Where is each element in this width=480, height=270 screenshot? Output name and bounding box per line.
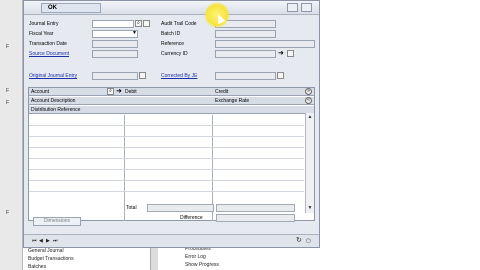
background-nav-marker: F <box>6 88 10 94</box>
background-link[interactable]: Show Progress <box>185 262 219 268</box>
reference-label: Reference <box>161 41 185 47</box>
scroll-up-icon[interactable]: ▲ <box>307 114 313 120</box>
next-record-icon[interactable]: ▶ <box>46 238 52 244</box>
source-document-link[interactable]: Source Document <box>29 51 69 57</box>
dimensions-button[interactable]: Dimensions <box>33 217 81 226</box>
arrow-right-icon[interactable]: ➜ <box>278 50 284 57</box>
column-header-exchange-rate: Exchange Rate <box>215 98 250 104</box>
refresh-icon[interactable]: ↻ <box>296 237 302 244</box>
header-panel: Journal Entry ⌕ Audit Trail Code Fiscal … <box>28 18 316 84</box>
lookup-icon[interactable]: ⌕ <box>107 88 114 95</box>
fiscal-year-label: Fiscal Year <box>29 31 54 37</box>
column-header-debit: Debit <box>125 89 137 95</box>
first-record-icon[interactable]: ⏮ <box>32 238 38 244</box>
grid-row-line <box>29 191 304 192</box>
reference-field <box>215 40 315 48</box>
transaction-date-field <box>92 40 138 48</box>
debit-total-field <box>147 204 214 212</box>
journal-entry-label: Journal Entry <box>29 21 59 27</box>
credit-total-field <box>216 204 295 212</box>
original-journal-entry-link[interactable]: Original Journal Entry <box>29 73 77 79</box>
corrected-by-je-link[interactable]: Corrected By JE <box>161 73 197 79</box>
window-status-bar: ⏮ ◀ ▶ ⏭ ↻ ▢ <box>24 234 319 247</box>
currency-id-label: Currency ID <box>161 51 188 57</box>
ok-button[interactable]: OK <box>41 3 101 13</box>
background-link[interactable]: Batches <box>28 264 46 270</box>
column-header-account-description: Account Description <box>31 98 76 104</box>
grid-row-line <box>29 180 304 181</box>
print-icon[interactable] <box>287 3 298 12</box>
background-nav-marker: F <box>6 44 10 50</box>
grid-row-line <box>29 158 304 159</box>
currency-id-field <box>215 50 276 58</box>
journal-entry-field[interactable] <box>92 20 134 28</box>
note-icon[interactable] <box>277 72 284 79</box>
background-link[interactable]: General Journal <box>28 248 64 254</box>
difference-label: Difference <box>180 215 203 221</box>
grid-row-line <box>29 125 304 126</box>
source-document-field <box>92 50 138 58</box>
chevron-down-icon[interactable]: ▼ <box>132 30 137 37</box>
expand-rows-icon[interactable]: » <box>305 88 312 95</box>
batch-id-field <box>215 30 276 38</box>
column-header-distribution-reference: Distribution Reference <box>31 107 81 113</box>
note-icon[interactable]: ▢ <box>306 238 312 244</box>
toolbar-right-tools <box>287 3 315 13</box>
background-link[interactable]: Budget Transactions <box>28 256 74 262</box>
window-toolbar: OK <box>24 1 319 15</box>
note-icon[interactable] <box>287 50 294 57</box>
journal-entry-inquiry-window: OK Journal Entry ⌕ Audit Trail Code Fisc… <box>23 0 320 248</box>
background-nav-marker: F <box>6 100 10 106</box>
background-left-navigation: F F F F <box>0 0 23 270</box>
total-label: Total <box>126 205 137 211</box>
batch-id-label: Batch ID <box>161 31 181 37</box>
grid-header-row-1: Account ⌕ ➜ Debit Credit <box>29 88 314 96</box>
last-record-icon[interactable]: ⏭ <box>53 238 59 244</box>
grid-row-line <box>29 169 304 170</box>
previous-record-icon[interactable]: ◀ <box>39 238 45 244</box>
note-icon[interactable] <box>143 20 150 27</box>
grid-row-line <box>29 136 304 137</box>
grid-vertical-scrollbar[interactable]: ▲ ▼ <box>305 113 314 213</box>
note-icon[interactable] <box>139 72 146 79</box>
collapse-rows-icon[interactable]: « <box>305 97 312 104</box>
corrected-by-je-field <box>215 72 276 80</box>
background-nav-marker: F <box>6 210 10 216</box>
original-journal-entry-field <box>92 72 138 80</box>
grid-header-row-3: Distribution Reference <box>29 106 314 114</box>
help-icon[interactable] <box>301 3 312 12</box>
grid-row-line <box>29 147 304 148</box>
lookup-icon[interactable]: ⌕ <box>135 20 142 27</box>
background-link[interactable]: Error Log <box>185 254 206 260</box>
grid-header-row-2: Account Description Exchange Rate <box>29 97 314 105</box>
audit-trail-code-label: Audit Trail Code <box>161 21 197 27</box>
arrow-right-icon[interactable]: ➜ <box>116 88 122 95</box>
column-header-credit: Credit <box>215 89 229 95</box>
distribution-grid: Account ⌕ ➜ Debit Credit » Account Descr… <box>28 87 315 221</box>
transaction-date-label: Transaction Date <box>29 41 67 47</box>
column-header-account: Account <box>31 89 50 95</box>
difference-field <box>216 214 295 222</box>
